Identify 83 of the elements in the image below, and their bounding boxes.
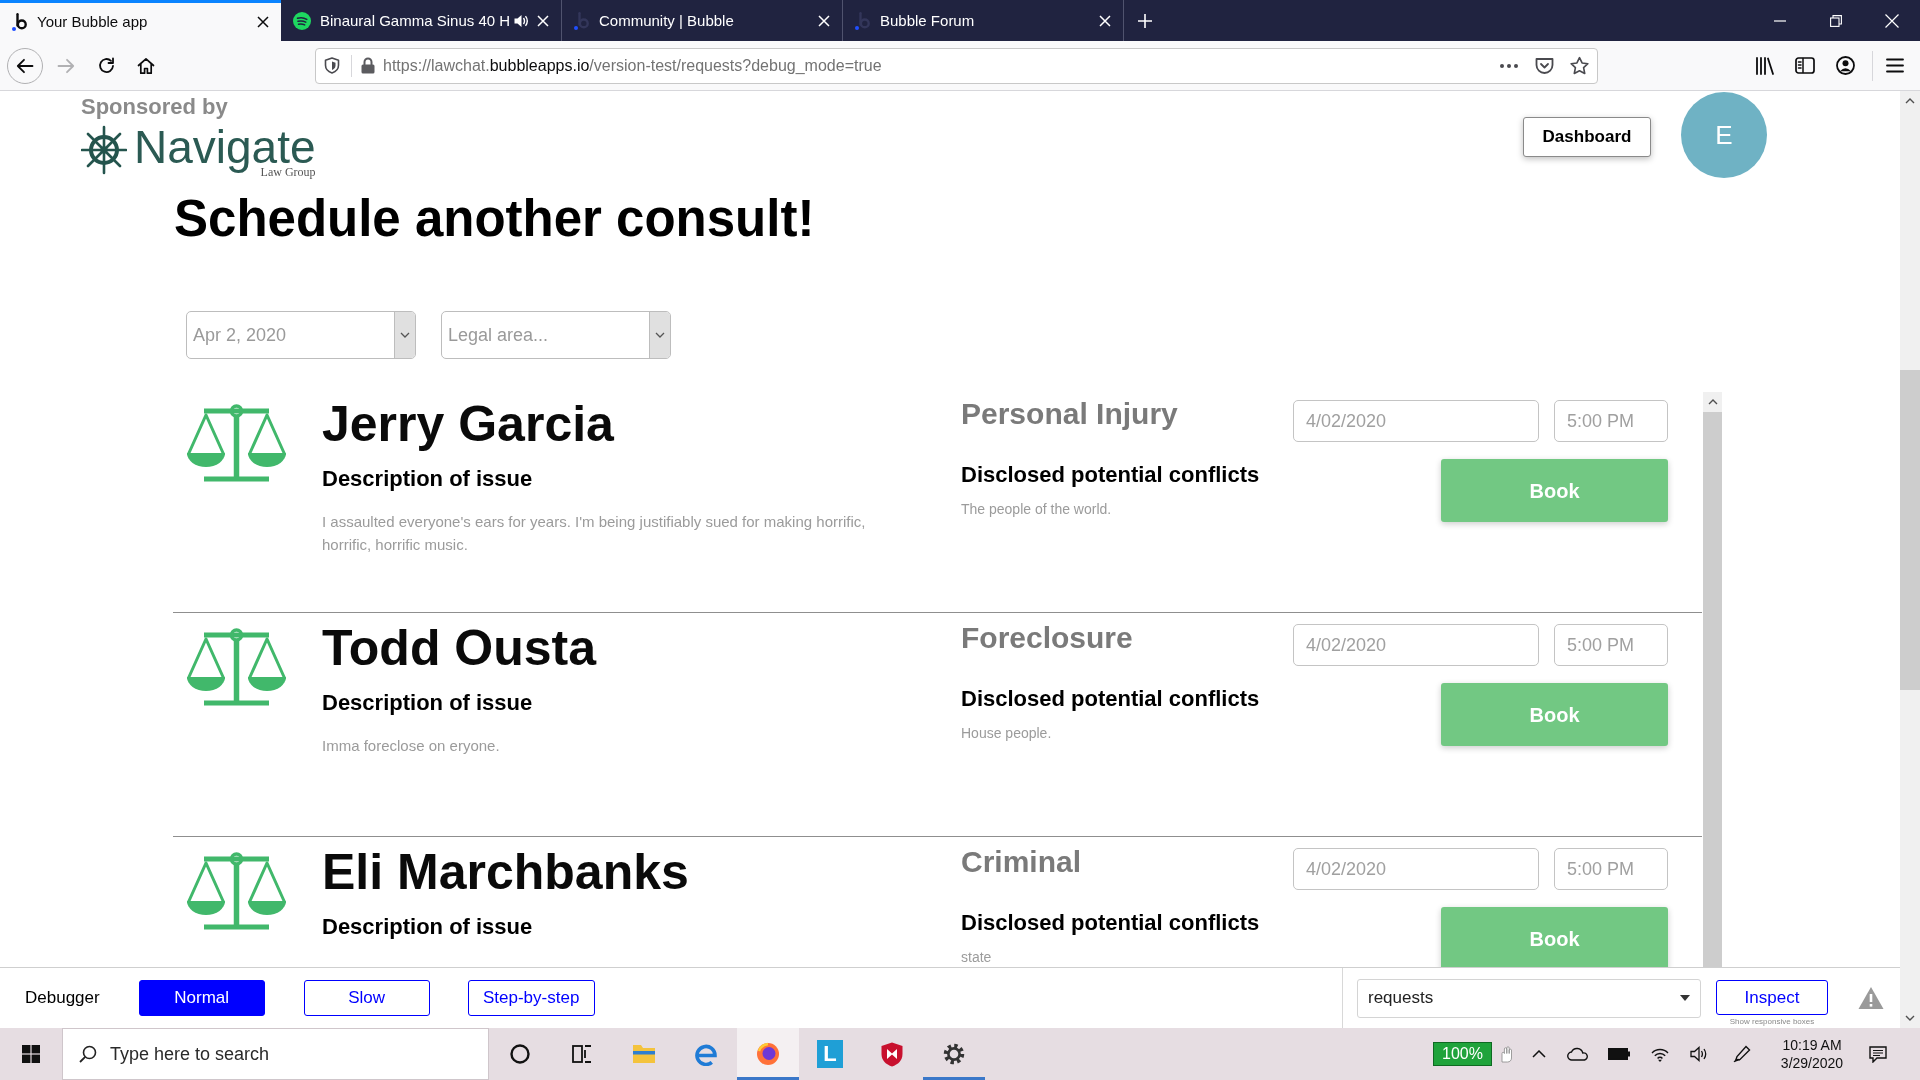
- speed-mode-button[interactable]: Slow: [303, 980, 430, 1016]
- client-name: Todd Ousta: [322, 620, 597, 676]
- b-logo-icon: [574, 11, 590, 30]
- element-select[interactable]: requests: [1357, 978, 1701, 1018]
- back-arrow-icon[interactable]: [16, 56, 34, 75]
- four-squares-icon[interactable]: [22, 1045, 40, 1063]
- list-scrollbar[interactable]: [1703, 392, 1722, 967]
- description-heading: Description of issue: [322, 690, 533, 715]
- clock-date[interactable]: 3/29/2020: [1780, 1054, 1844, 1072]
- legal-area-label: Foreclosure: [961, 620, 1133, 656]
- b-logo-icon: [12, 13, 28, 31]
- scales-icon: [186, 626, 287, 708]
- page-scrollbar[interactable]: [1900, 91, 1920, 1028]
- globe-icon[interactable]: [756, 1042, 780, 1066]
- letter-logo: L: [817, 1040, 843, 1068]
- conflicts-text: state: [961, 948, 992, 966]
- inspect-button[interactable]: Inspect: [1716, 980, 1828, 1015]
- notification-icon[interactable]: [1869, 1045, 1887, 1063]
- speaker-icon[interactable]: [513, 12, 529, 29]
- volume-icon[interactable]: [1690, 1046, 1708, 1062]
- menu-icon[interactable]: [1886, 58, 1904, 73]
- hand-icon[interactable]: [1500, 1045, 1512, 1063]
- legal-area-label: Criminal: [961, 844, 1082, 880]
- address-bar[interactable]: https://lawchat.bubbleapps.io/version-test/requests?debug_mode=true: [315, 47, 1598, 84]
- restore-icon[interactable]: [1830, 14, 1842, 27]
- legal-area-dropdown[interactable]: Legal area...: [441, 311, 671, 359]
- pen-icon[interactable]: [1733, 1045, 1751, 1063]
- lock-icon: [361, 57, 375, 74]
- page-heading: Schedule another consult!: [174, 189, 815, 249]
- description-heading: Description of issue: [322, 466, 533, 491]
- search-icon[interactable]: [79, 1045, 97, 1063]
- browser-tab[interactable]: Your Bubble app: [0, 0, 281, 41]
- speed-mode-button[interactable]: Normal: [138, 980, 265, 1016]
- scrollbar-thumb[interactable]: [1900, 370, 1920, 690]
- cloud-icon[interactable]: [1567, 1047, 1589, 1061]
- client-name: Eli Marchbanks: [322, 844, 689, 900]
- conflicts-heading: Disclosed potential conflicts: [961, 686, 1260, 711]
- taskbar-search-field[interactable]: Type here to search: [62, 1028, 489, 1080]
- e-logo-icon[interactable]: [694, 1042, 718, 1066]
- caret-down-icon[interactable]: [1680, 995, 1690, 1001]
- home-icon[interactable]: [137, 56, 155, 75]
- description-text: I assaulted everyone's ears for years. I'm being justifiably sued for making horrific, horrific, horrific music.: [322, 512, 867, 555]
- shield-icon[interactable]: [324, 57, 340, 74]
- dashboard-button[interactable]: Dashboard: [1523, 117, 1651, 157]
- circle-icon[interactable]: [510, 1044, 530, 1064]
- scales-icon: [186, 850, 287, 932]
- more-dots-icon[interactable]: [1500, 63, 1518, 68]
- description-text: Imma foreclose on eryone.: [322, 736, 500, 756]
- speed-mode-button[interactable]: Step-by-step: [467, 980, 595, 1016]
- conflicts-heading: Disclosed potential conflicts: [961, 910, 1260, 935]
- account-icon[interactable]: [1835, 56, 1855, 75]
- reload-icon[interactable]: [97, 57, 115, 74]
- gear-icon[interactable]: [943, 1043, 965, 1065]
- library-icon[interactable]: [1755, 56, 1775, 75]
- plus-icon[interactable]: [1137, 12, 1153, 29]
- minimize-icon[interactable]: [1774, 19, 1786, 22]
- debugger-label: Debugger: [25, 987, 100, 1010]
- conflicts-text: The people of the world.: [961, 500, 1112, 518]
- inspect-hint: Show responsive boxes: [1729, 1017, 1815, 1026]
- description-heading: Description of issue: [322, 914, 533, 939]
- clock-time[interactable]: 10:19 AM: [1782, 1036, 1842, 1054]
- task-view-icon[interactable]: [572, 1044, 592, 1064]
- legal-area-label: Personal Injury: [961, 396, 1178, 432]
- close-icon[interactable]: [257, 16, 269, 28]
- shield-icon[interactable]: [881, 1041, 903, 1067]
- pocket-icon[interactable]: [1535, 56, 1554, 75]
- scroll-up-icon[interactable]: [1703, 392, 1722, 412]
- url-text[interactable]: https://lawchat.bubbleapps.io/version-test/requests?debug_mode=true: [383, 55, 882, 76]
- star-icon[interactable]: [1570, 56, 1589, 75]
- sponsor-label: Sponsored by: [81, 94, 229, 120]
- conflicts-text: House people.: [961, 724, 1052, 742]
- warning-icon[interactable]: [1858, 986, 1884, 1010]
- chevron-up-icon[interactable]: [1532, 1050, 1546, 1058]
- folder-icon[interactable]: [632, 1044, 656, 1064]
- scales-icon: [186, 402, 287, 484]
- sound-waves-logo-icon: [293, 11, 311, 30]
- sidebar-icon[interactable]: [1795, 57, 1815, 74]
- battery-icon[interactable]: [1608, 1048, 1630, 1060]
- client-name: Jerry Garcia: [322, 396, 614, 452]
- wifi-icon[interactable]: [1651, 1046, 1669, 1062]
- conflicts-heading: Disclosed potential conflicts: [961, 462, 1260, 487]
- ship-wheel-icon: [81, 125, 127, 175]
- b-logo-icon: [855, 11, 871, 30]
